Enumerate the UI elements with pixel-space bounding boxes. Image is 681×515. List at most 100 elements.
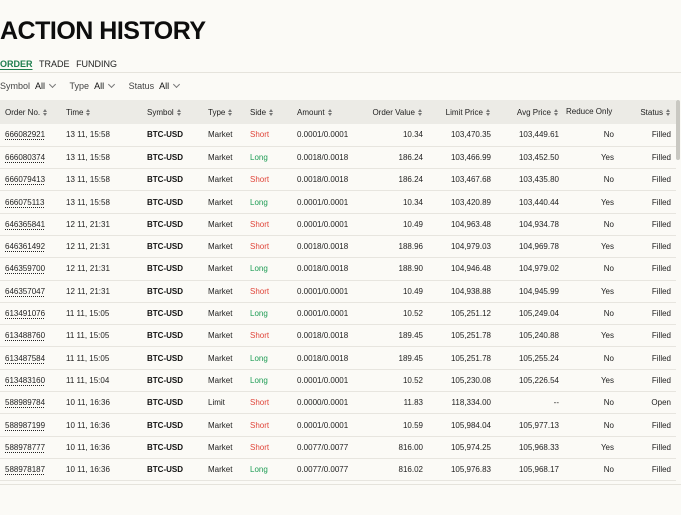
cell-amount: 0.0000/0.0001 bbox=[297, 398, 349, 408]
symbol-filter-value: All bbox=[35, 81, 46, 91]
col-header-status[interactable]: Status bbox=[619, 100, 676, 124]
cell-amount: 0.0018/0.0018 bbox=[297, 242, 349, 252]
cell-type: Market bbox=[208, 442, 233, 452]
cell-status: Filled bbox=[651, 442, 671, 452]
cell-order-no[interactable]: 588989784 bbox=[0, 392, 61, 414]
table-row[interactable]: 588978187 10 11, 16:36 BTC-USD Market Long 0.… bbox=[0, 458, 676, 481]
cell-reduce-only: Yes bbox=[600, 197, 614, 207]
table-row[interactable]: 666080374 13 11, 15:58 BTC-USD Market Long 0.… bbox=[0, 146, 676, 169]
cell-side: Short bbox=[250, 130, 270, 140]
status-filter-label: Status bbox=[128, 81, 155, 91]
cell-side: Short bbox=[250, 442, 270, 452]
tab-order[interactable]: ORDER bbox=[0, 59, 33, 69]
order-history-table: Order No. Time Symbol Type Side Amount O… bbox=[0, 100, 681, 490]
table-row[interactable]: 588978777 10 11, 16:36 BTC-USD Market Short 0… bbox=[0, 436, 676, 459]
cell-reduce-only: Yes bbox=[600, 152, 614, 162]
symbol-filter-dropdown[interactable]: Symbol All bbox=[0, 80, 57, 91]
cell-amount: 0.0077/0.0077 bbox=[297, 465, 349, 475]
cell-order-no[interactable]: 666080374 bbox=[0, 146, 61, 168]
col-header-order-no[interactable]: Order No. bbox=[0, 100, 61, 124]
cell-order-value: 10.49 bbox=[402, 286, 423, 296]
cell-side: Short bbox=[250, 242, 270, 252]
sort-icon bbox=[486, 108, 491, 116]
cell-limit-price: 105,230.08 bbox=[450, 375, 491, 385]
table-row[interactable]: 613487584 11 11, 15:05 BTC-USD Market Long 0.… bbox=[0, 347, 676, 370]
cell-limit-price: 118,334.00 bbox=[451, 398, 491, 408]
cell-order-no[interactable]: 646357047 bbox=[0, 280, 61, 302]
cell-time: 11 11, 15:04 bbox=[66, 375, 110, 385]
symbol-filter-label: Symbol bbox=[0, 81, 31, 91]
sort-icon bbox=[228, 108, 233, 116]
col-header-time[interactable]: Time bbox=[61, 100, 142, 124]
cell-time: 13 11, 15:58 bbox=[66, 197, 110, 207]
sort-icon bbox=[43, 108, 48, 116]
table-row[interactable]: 646361492 12 11, 21:31 BTC-USD Market Short 0… bbox=[0, 235, 676, 258]
cell-order-no[interactable]: 666079413 bbox=[0, 169, 61, 191]
cell-type: Market bbox=[208, 130, 233, 140]
sort-icon bbox=[269, 108, 274, 116]
cell-type: Market bbox=[208, 353, 233, 363]
cell-order-no[interactable]: 646359700 bbox=[0, 258, 61, 280]
type-filter-dropdown[interactable]: Type All bbox=[70, 80, 116, 91]
cell-status: Filled bbox=[651, 420, 671, 430]
cell-amount: 0.0018/0.0018 bbox=[297, 353, 349, 363]
cell-avg-price: 104,945.99 bbox=[518, 286, 559, 296]
cell-limit-price: 105,976.83 bbox=[450, 465, 491, 475]
col-header-amount[interactable]: Amount bbox=[292, 100, 365, 124]
cell-side: Long bbox=[250, 264, 268, 274]
table-row[interactable]: 588989784 10 11, 16:36 BTC-USD Limit Short 0.… bbox=[0, 392, 676, 414]
tab-trade[interactable]: TRADE bbox=[39, 59, 70, 69]
col-header-symbol[interactable]: Symbol bbox=[142, 100, 203, 124]
cell-order-no[interactable]: 588978777 bbox=[0, 436, 61, 458]
cell-symbol: BTC-USD bbox=[147, 286, 183, 296]
cell-order-no[interactable]: 613487584 bbox=[0, 347, 61, 369]
table-scrollbar[interactable] bbox=[676, 100, 680, 160]
cell-avg-price: 104,934.78 bbox=[518, 219, 559, 229]
table-row[interactable]: 646357047 12 11, 21:31 BTC-USD Market Short 0… bbox=[0, 280, 676, 303]
cell-order-no[interactable]: 646361492 bbox=[0, 235, 61, 257]
cell-symbol: BTC-USD bbox=[147, 465, 183, 475]
cell-order-no[interactable]: 613488760 bbox=[0, 325, 61, 347]
cell-limit-price: 105,984.04 bbox=[450, 420, 491, 430]
cell-avg-price: -- bbox=[553, 398, 559, 408]
cell-time: 12 11, 21:31 bbox=[66, 242, 110, 252]
cell-limit-price: 104,938.88 bbox=[450, 286, 491, 296]
cell-order-no[interactable]: 588987199 bbox=[0, 414, 61, 436]
col-header-avg-price[interactable]: Avg Price bbox=[496, 100, 564, 124]
table-row[interactable]: 613491076 11 11, 15:05 BTC-USD Market Long 0.… bbox=[0, 302, 676, 325]
cell-order-no[interactable]: 613491076 bbox=[0, 302, 61, 324]
cell-order-no[interactable]: 666082921 bbox=[0, 124, 61, 146]
table-row[interactable]: 666079413 13 11, 15:58 BTC-USD Market Short 0… bbox=[0, 169, 676, 191]
cell-order-no[interactable]: 588978187 bbox=[0, 458, 61, 480]
table-row[interactable]: 646359700 12 11, 21:31 BTC-USD Market Long 0.… bbox=[0, 258, 676, 281]
table-row[interactable]: 588987199 10 11, 16:36 BTC-USD Market Short 0… bbox=[0, 414, 676, 437]
cell-status: Filled bbox=[651, 219, 671, 229]
cell-status: Filled bbox=[651, 375, 671, 385]
cell-amount: 0.0018/0.0018 bbox=[297, 175, 349, 185]
col-header-side[interactable]: Side bbox=[245, 100, 292, 124]
col-header-order-value[interactable]: Order Value bbox=[365, 100, 428, 124]
sort-icon bbox=[86, 108, 91, 116]
cell-side: Short bbox=[250, 331, 270, 341]
cell-limit-price: 105,251.78 bbox=[450, 353, 491, 363]
cell-order-no[interactable]: 613483160 bbox=[0, 369, 61, 391]
cell-order-no[interactable]: 646365841 bbox=[0, 213, 61, 235]
table-row[interactable]: 646365841 12 11, 21:31 BTC-USD Market Short 0… bbox=[0, 213, 676, 236]
cell-order-no[interactable]: 666075113 bbox=[0, 191, 61, 213]
cell-status: Filled bbox=[651, 286, 671, 296]
status-filter-dropdown[interactable]: Status All bbox=[128, 80, 181, 91]
table-row[interactable]: 666075113 13 11, 15:58 BTC-USD Market Long 0.… bbox=[0, 191, 676, 214]
cell-type: Market bbox=[208, 286, 233, 296]
cell-limit-price: 105,974.25 bbox=[450, 442, 491, 452]
cell-status: Filled bbox=[651, 331, 671, 341]
cell-status: Filled bbox=[651, 353, 671, 363]
table-row[interactable]: 666082921 13 11, 15:58 BTC-USD Market Short 0… bbox=[0, 124, 676, 147]
table-row[interactable]: 613488760 11 11, 15:05 BTC-USD Market Short 0… bbox=[0, 325, 676, 347]
table-row[interactable]: 613483160 11 11, 15:04 BTC-USD Market Long 0.… bbox=[0, 369, 676, 392]
tab-funding[interactable]: FUNDING bbox=[76, 59, 117, 69]
cell-side: Long bbox=[250, 309, 268, 319]
col-header-type[interactable]: Type bbox=[203, 100, 245, 124]
col-header-limit-price[interactable]: Limit Price bbox=[428, 100, 496, 124]
tabs-divider bbox=[0, 72, 681, 73]
cell-status: Filled bbox=[651, 175, 671, 185]
